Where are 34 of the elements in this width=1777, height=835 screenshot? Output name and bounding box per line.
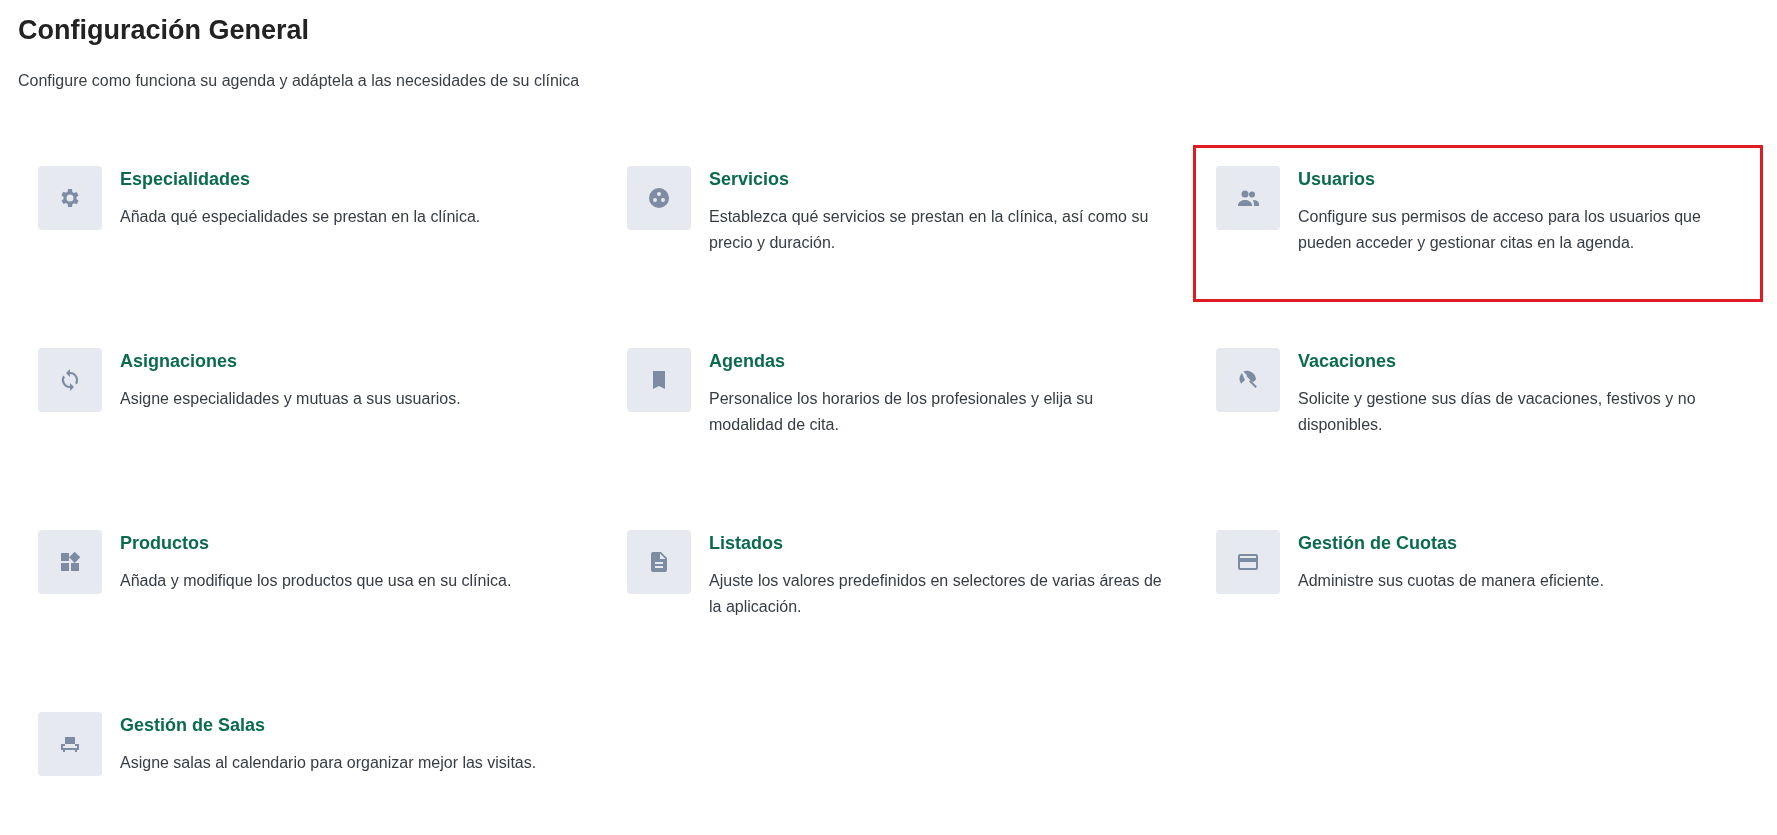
section-title: Gestión de Salas xyxy=(120,715,267,736)
circle-dots-icon xyxy=(647,186,671,210)
section-description: Personalice los horarios de los profesionales y elija su modalidad de cita. xyxy=(709,389,1095,435)
section-title: Vacaciones xyxy=(1298,351,1398,372)
settings-card[interactable]: Agendas Personalice los horarios de los profesionales y elija su modalidad de cita. xyxy=(604,327,1193,484)
section-description: Solicite y gestione sus días de vacaciones, festivos y no disponibles. xyxy=(1298,389,1697,435)
section-description: Configure sus permisos de acceso para los usuarios que pueden acceder y gestionar citas en la agenda. xyxy=(1298,207,1702,253)
highlighted-card[interactable]: Usuarios Configure sus permisos de acceso para los usuarios que pueden acceder y gestionar citas en la agenda. xyxy=(1193,145,1763,302)
settings-card[interactable]: Servicios Establezca qué servicios se prestan en la clínica, así como su precio y duración. xyxy=(604,145,1193,302)
widgets-icon xyxy=(58,550,82,574)
settings-card[interactable]: Vacaciones Solicite y gestione sus días de vacaciones, festivos y no disponibles. xyxy=(1193,327,1763,484)
settings-card[interactable]: Gestión de Cuotas Administre sus cuotas de manera eficiente. xyxy=(1193,509,1763,666)
section-description: Añada qué especialidades se prestan en la clínica. xyxy=(120,207,482,227)
section-description: Asigne especialidades y mutuas a sus usuarios. xyxy=(120,389,462,409)
section-title: Servicios xyxy=(709,169,791,190)
section-description: Establezca qué servicios se prestan en la clínica, así como su precio y duración. xyxy=(709,207,1150,253)
settings-card[interactable]: Listados Ajuste los valores predefinidos en selectores de varias áreas de la aplicación. xyxy=(604,509,1193,666)
section-title: Asignaciones xyxy=(120,351,239,372)
section-title: Agendas xyxy=(709,351,787,372)
section-description: Asigne salas al calendario para organizar mejor las visitas. xyxy=(120,753,538,773)
page-subtitle: Configure como funciona su agenda y adáptela a las necesidades de su clínica xyxy=(18,72,581,90)
settings-card[interactable]: Asignaciones Asigne especialidades y mutuas a sus usuarios. xyxy=(15,327,604,484)
section-title: Usuarios xyxy=(1298,169,1377,190)
section-title: Especialidades xyxy=(120,169,252,190)
section-description: Administre sus cuotas de manera eficiente. xyxy=(1298,571,1605,591)
section-title: Listados xyxy=(709,533,784,554)
section-title: Productos xyxy=(120,533,210,554)
settings-card[interactable]: Especialidades Añada qué especialidades se prestan en la clínica. xyxy=(15,145,604,302)
settings-card[interactable]: Productos Añada y modifique los productos que usa en su clínica. xyxy=(15,509,604,666)
settings-card[interactable]: Gestión de Salas Asigne salas al calendario para organizar mejor las visitas. xyxy=(15,691,604,835)
section-title: Gestión de Cuotas xyxy=(1298,533,1459,554)
page-title: Configuración General xyxy=(18,14,311,46)
section-description: Añada y modifique los productos que usa en su clínica. xyxy=(120,571,513,591)
section-description: Ajuste los valores predefinidos en selectores de varias áreas de la aplicación. xyxy=(709,571,1163,617)
